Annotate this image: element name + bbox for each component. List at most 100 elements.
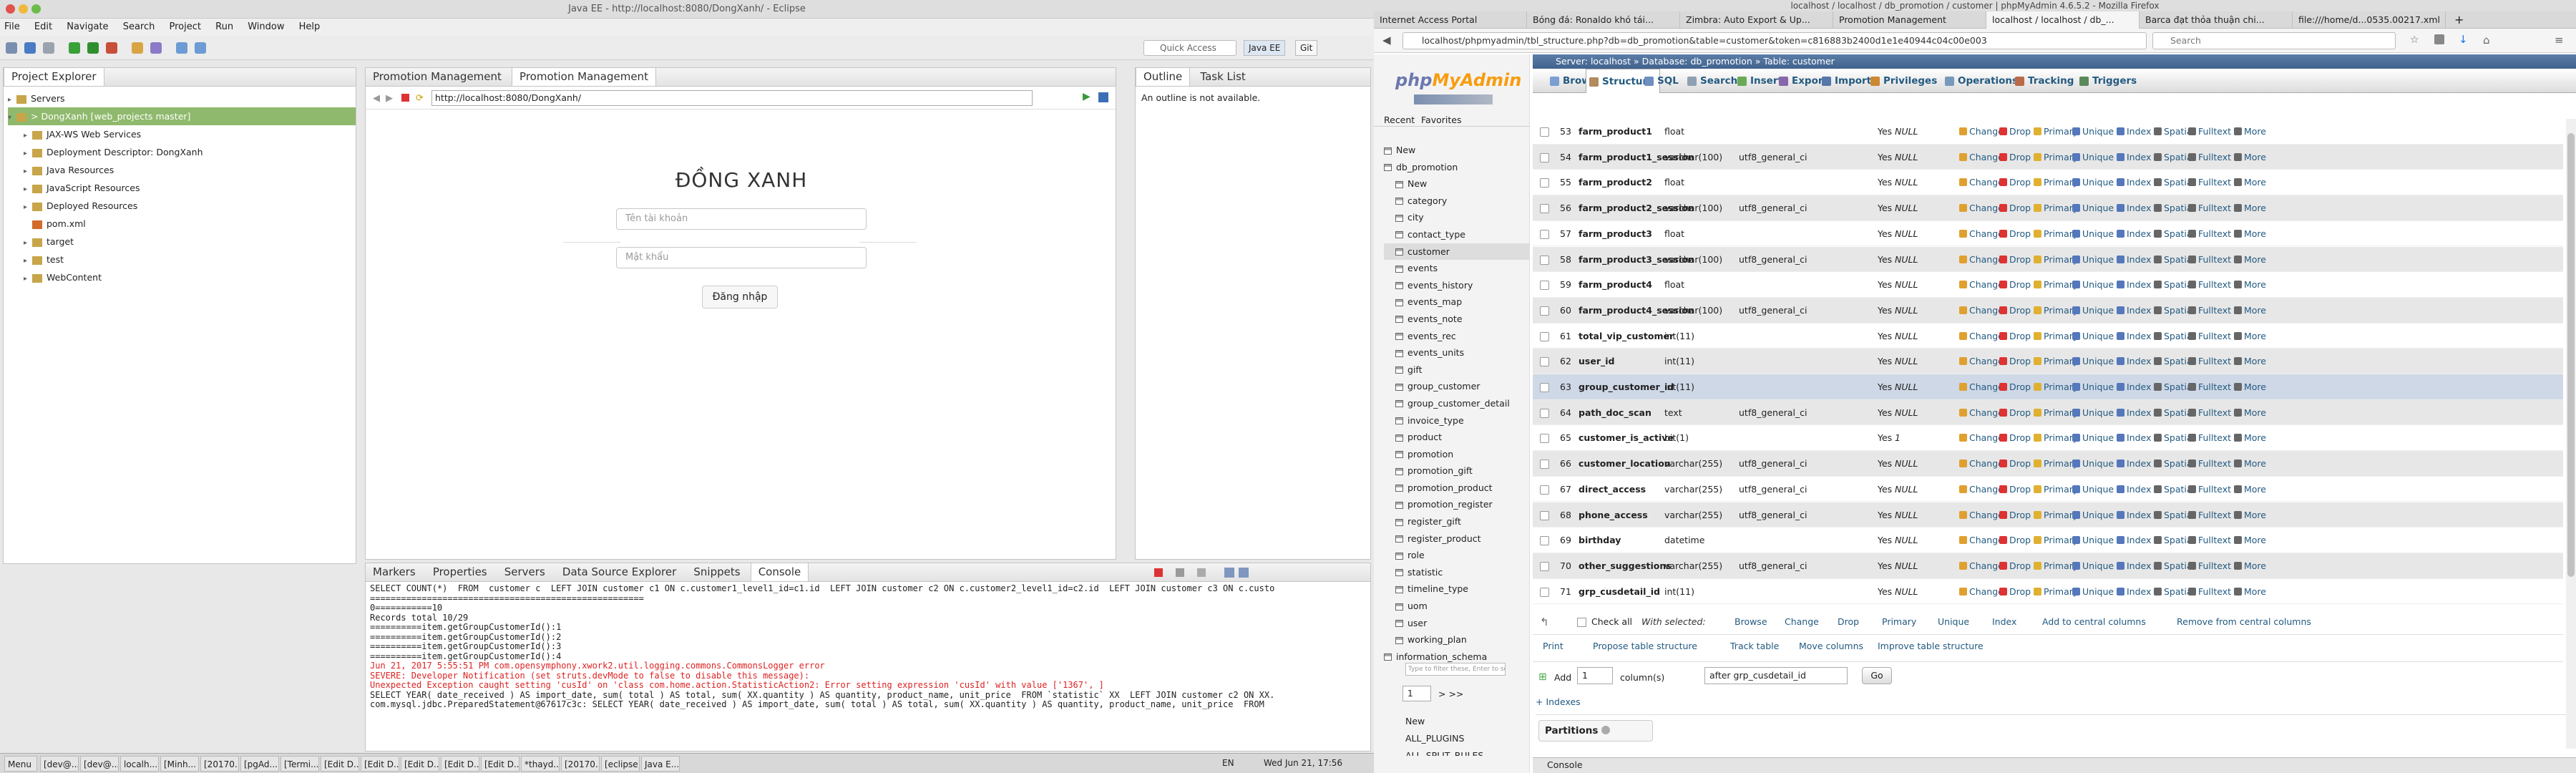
row-action-fulltext[interactable]: Fulltext	[2188, 170, 2231, 195]
pma-tab-triggers[interactable]: Triggers	[2077, 69, 2137, 93]
keyboard-layout[interactable]: EN	[1222, 758, 1234, 768]
row-action-primary[interactable]: Primary	[2034, 272, 2078, 297]
tab-bongda[interactable]: Bóng đá: Ronaldo khó tái...	[1527, 11, 1680, 29]
tree-all-plugins[interactable]: ALL_PLUGINS	[1405, 733, 1464, 744]
check-all-checkbox[interactable]	[1577, 618, 1586, 627]
db-tree-item[interactable]: category	[1384, 193, 1530, 210]
row-action-change[interactable]: Change	[1959, 195, 2004, 220]
db-tree-item[interactable]: invoice_type	[1384, 412, 1530, 429]
tab-internet-access[interactable]: Internet Access Portal	[1374, 11, 1527, 29]
scroll-lock-icon[interactable]	[1224, 568, 1234, 578]
tab-project-explorer[interactable]: Project Explorer	[4, 68, 104, 86]
row-action-primary[interactable]: Primary	[2034, 298, 2078, 323]
row-action-change[interactable]: Change	[1959, 374, 2004, 399]
row-action-index[interactable]: Index	[2117, 349, 2151, 374]
row-action-spatial[interactable]: Spatial	[2154, 272, 2195, 297]
row-action-spatial[interactable]: Spatial	[2154, 298, 2195, 323]
row-action-drop[interactable]: Drop	[1999, 298, 2031, 323]
row-action-spatial[interactable]: Spatial	[2154, 119, 2195, 144]
row-action-change[interactable]: Change	[1959, 221, 2004, 246]
row-action-drop[interactable]: Drop	[1999, 221, 2031, 246]
tab-promotion[interactable]: Promotion Management	[1833, 11, 1986, 29]
pma-tab-operations[interactable]: Operations	[1942, 69, 2018, 93]
row-action-change[interactable]: Change	[1959, 400, 2004, 425]
db-tree-item[interactable]: promotion_register	[1384, 496, 1530, 513]
row-action-primary[interactable]: Primary	[2034, 247, 2078, 272]
row-action-index[interactable]: Index	[2117, 579, 2151, 604]
tab-phpmyadmin[interactable]: localhost / localhost / db_...	[1986, 11, 2140, 29]
row-action-more[interactable]: More	[2234, 170, 2266, 195]
tab-console[interactable]: Console	[750, 563, 809, 581]
taskbar-item[interactable]: [eclipse]	[601, 756, 640, 772]
new-tab-icon[interactable]: +	[2454, 13, 2464, 26]
bulk-unique[interactable]: Unique	[1938, 616, 1969, 627]
row-action-index[interactable]: Index	[2117, 119, 2151, 144]
tree-page-select[interactable]: 1	[1402, 686, 1431, 701]
taskbar-item[interactable]: [Edit D...	[441, 756, 479, 772]
maximize-window-icon[interactable]	[31, 4, 41, 14]
row-action-spatial[interactable]: Spatial	[2154, 477, 2195, 502]
row-action-spatial[interactable]: Spatial	[2154, 221, 2195, 246]
add-position-select[interactable]: after grp_cusdetail_id	[1704, 667, 1848, 684]
row-checkbox[interactable]	[1540, 127, 1549, 137]
menu-search[interactable]: Search	[123, 21, 155, 32]
row-action-spatial[interactable]: Spatial	[2154, 374, 2195, 399]
row-action-drop[interactable]: Drop	[1999, 119, 2031, 144]
username-input[interactable]: Tên tài khoản	[616, 208, 867, 230]
expand-toggle-icon[interactable]: ▸	[24, 252, 32, 270]
tree-new-db[interactable]: New	[1405, 716, 1425, 726]
row-action-unique[interactable]: Unique	[2072, 477, 2114, 502]
add-count-input[interactable]: 1	[1577, 667, 1613, 684]
row-action-change[interactable]: Change	[1959, 272, 2004, 297]
db-tree-item[interactable]: register_product	[1384, 530, 1530, 548]
row-action-drop[interactable]: Drop	[1999, 374, 2031, 399]
row-action-drop[interactable]: Drop	[1999, 451, 2031, 476]
row-action-fulltext[interactable]: Fulltext	[2188, 451, 2231, 476]
row-action-primary[interactable]: Primary	[2034, 425, 2078, 450]
row-action-more[interactable]: More	[2234, 221, 2266, 246]
row-action-index[interactable]: Index	[2117, 425, 2151, 450]
bulk-primary[interactable]: Primary	[1882, 616, 1916, 627]
row-checkbox[interactable]	[1540, 178, 1549, 188]
close-window-icon[interactable]	[6, 4, 15, 14]
tree-item[interactable]: ▸ test	[8, 251, 356, 268]
taskbar-item[interactable]: [Edit D...	[321, 756, 359, 772]
tree-item[interactable]: ▸ WebContent	[8, 268, 356, 286]
row-action-fulltext[interactable]: Fulltext	[2188, 477, 2231, 502]
expand-toggle-icon[interactable]: ▸	[24, 234, 32, 252]
row-action-change[interactable]: Change	[1959, 298, 2004, 323]
print-icon[interactable]	[43, 42, 54, 54]
row-checkbox[interactable]	[1540, 331, 1549, 341]
row-action-fulltext[interactable]: Fulltext	[2188, 374, 2231, 399]
row-action-spatial[interactable]: Spatial	[2154, 349, 2195, 374]
row-action-more[interactable]: More	[2234, 502, 2266, 528]
propose-structure-link[interactable]: Propose table structure	[1593, 641, 1697, 651]
row-action-unique[interactable]: Unique	[2072, 247, 2114, 272]
db-tree-item[interactable]: events_history	[1384, 277, 1530, 294]
row-action-drop[interactable]: Drop	[1999, 425, 2031, 450]
pma-tab-insert[interactable]: Insert	[1735, 69, 1782, 93]
tab-servers[interactable]: Servers	[497, 563, 552, 581]
taskbar-item[interactable]: Menu	[4, 756, 37, 772]
row-action-more[interactable]: More	[2234, 400, 2266, 425]
bulk-remove-central[interactable]: Remove from central columns	[2177, 616, 2311, 627]
row-action-index[interactable]: Index	[2117, 553, 2151, 578]
row-action-fulltext[interactable]: Fulltext	[2188, 528, 2231, 553]
row-action-fulltext[interactable]: Fulltext	[2188, 349, 2231, 374]
tree-all-split-rules[interactable]: ALL_SPLIT_RULES	[1405, 750, 1483, 756]
row-action-primary[interactable]: Primary	[2034, 579, 2078, 604]
row-checkbox[interactable]	[1540, 434, 1549, 444]
tree-item[interactable]: ▸ JAX-WS Web Services	[8, 125, 356, 143]
tab-zimbra[interactable]: Zimbra: Auto Export & Up...	[1680, 11, 1833, 29]
taskbar-item[interactable]: [Edit D...	[401, 756, 439, 772]
row-action-spatial[interactable]: Spatial	[2154, 425, 2195, 450]
row-action-change[interactable]: Change	[1959, 170, 2004, 195]
tab-task-list[interactable]: Task List	[1193, 68, 1252, 86]
row-action-index[interactable]: Index	[2117, 502, 2151, 528]
stop-icon[interactable]	[401, 94, 409, 102]
expand-toggle-icon[interactable]: ▸	[24, 162, 32, 180]
row-action-change[interactable]: Change	[1959, 451, 2004, 476]
row-action-primary[interactable]: Primary	[2034, 349, 2078, 374]
row-action-more[interactable]: More	[2234, 374, 2266, 399]
row-action-unique[interactable]: Unique	[2072, 298, 2114, 323]
